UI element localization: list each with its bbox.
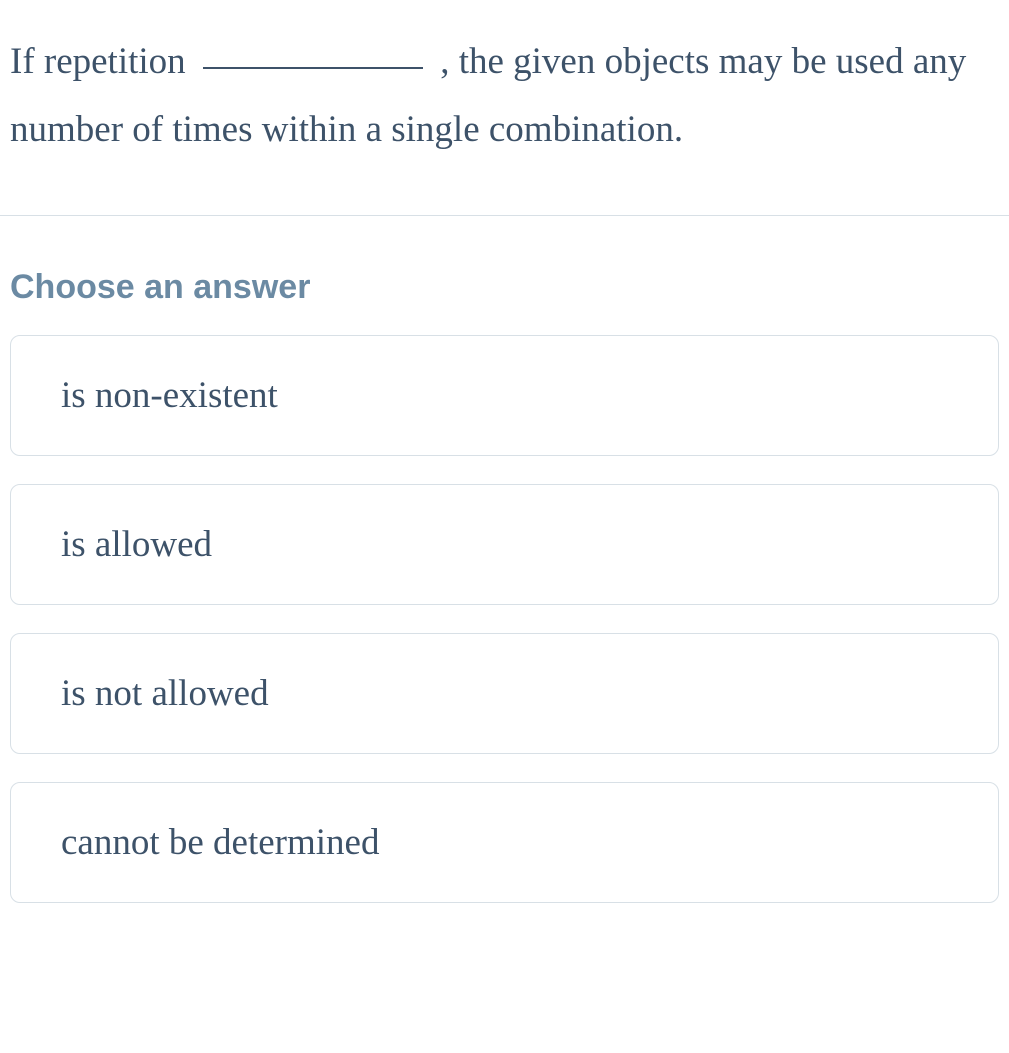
question-prefix: If repetition bbox=[10, 41, 195, 82]
option-d[interactable]: cannot be determined bbox=[10, 782, 999, 903]
options-list: is non-existent is allowed is not allowe… bbox=[0, 335, 1009, 903]
option-a[interactable]: is non-existent bbox=[10, 335, 999, 456]
option-c[interactable]: is not allowed bbox=[10, 633, 999, 754]
fill-in-blank bbox=[203, 67, 423, 69]
option-label: is not allowed bbox=[61, 673, 269, 714]
answer-prompt: Choose an answer bbox=[0, 216, 1009, 335]
option-label: is non-existent bbox=[61, 375, 278, 416]
option-b[interactable]: is allowed bbox=[10, 484, 999, 605]
question-text: If repetition , the given objects may be… bbox=[0, 0, 1009, 215]
option-label: is allowed bbox=[61, 524, 212, 565]
option-label: cannot be determined bbox=[61, 822, 379, 863]
